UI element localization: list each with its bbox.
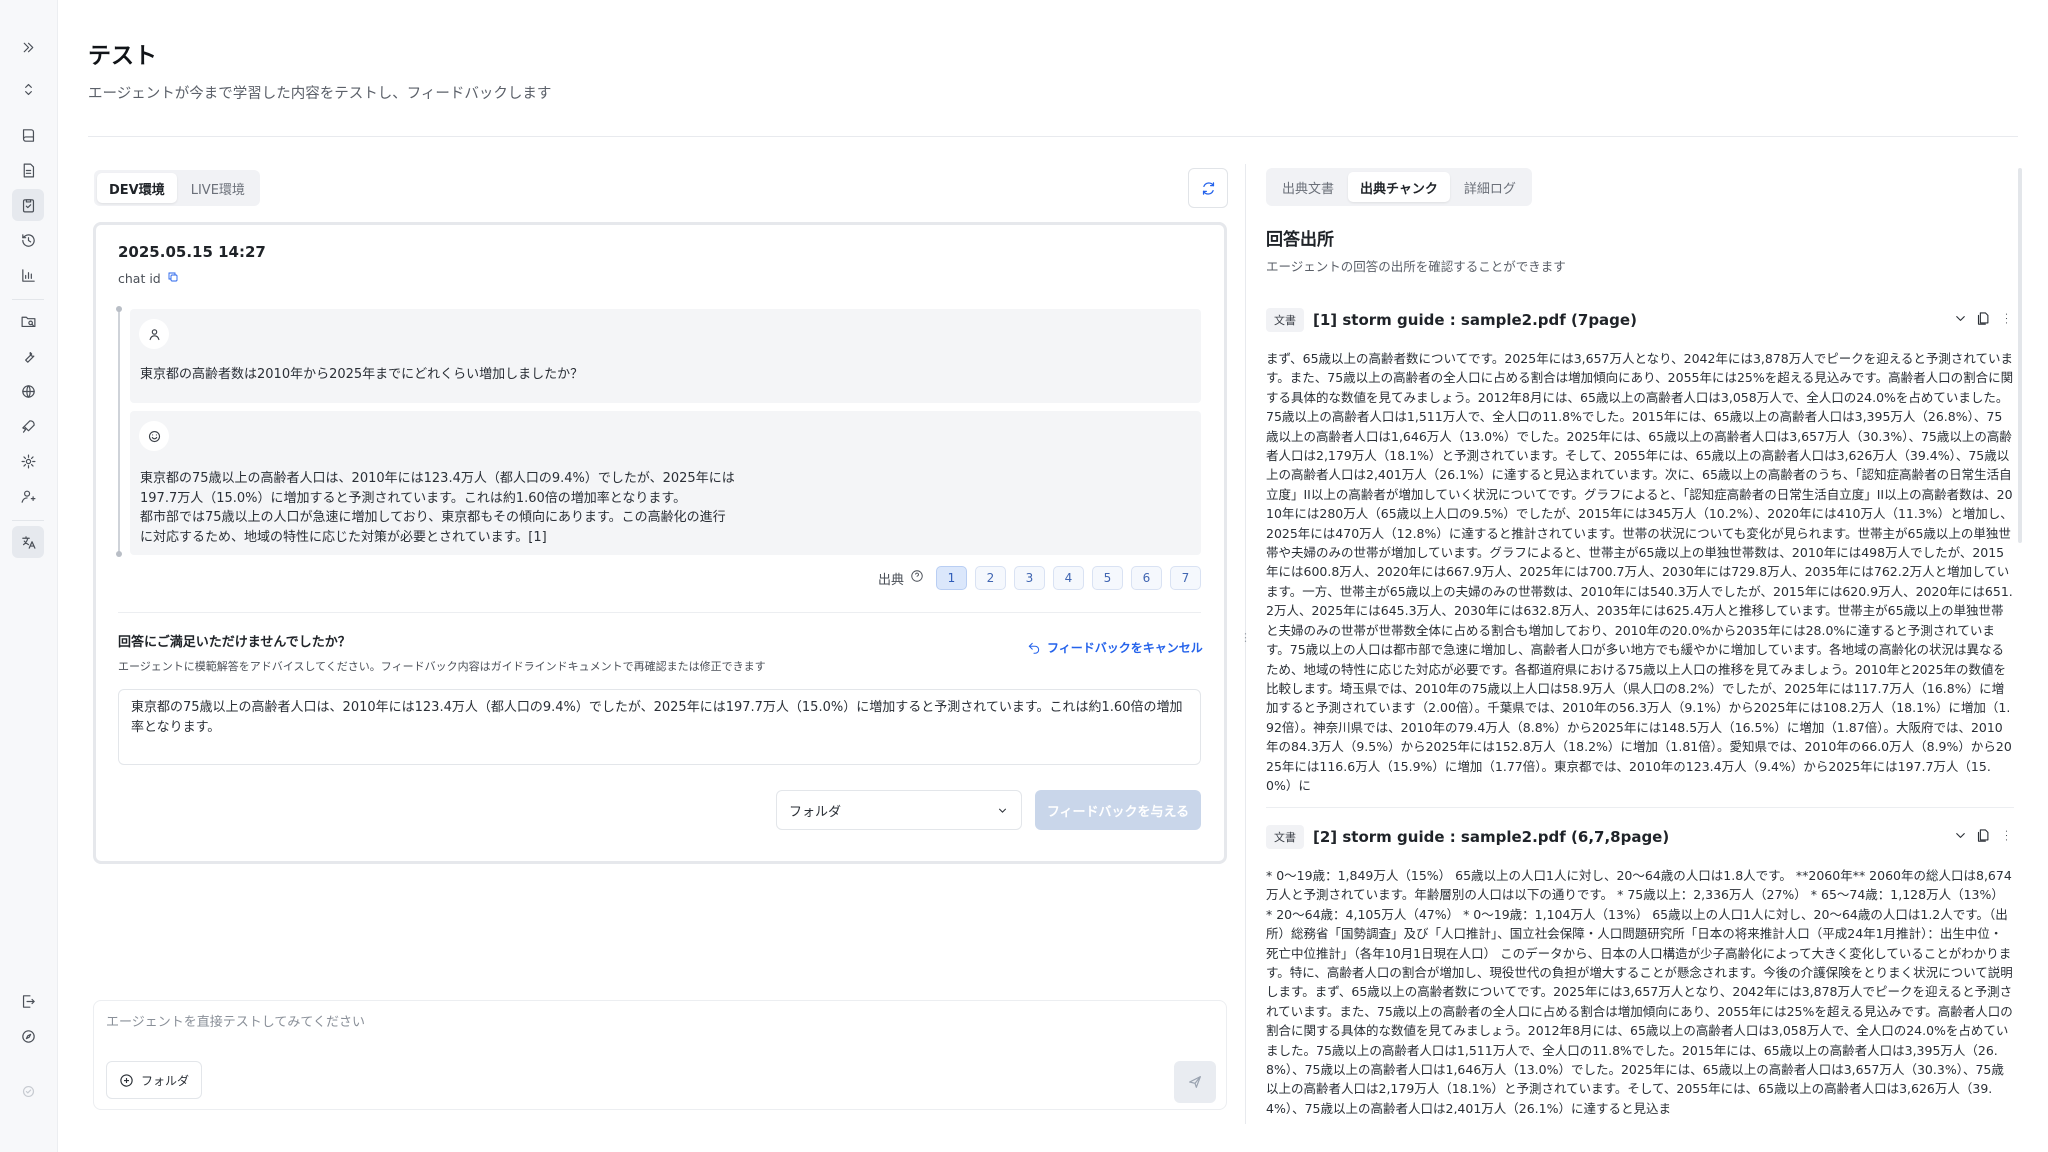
doc-header-2: 文書 [2] storm guide : sample2.pdf (6,7,8p… bbox=[1266, 822, 2014, 852]
send-icon bbox=[1189, 1076, 1201, 1088]
agent-message-line: に対応するため、地域の特性に応じた対策が必要とされています。[1] bbox=[140, 529, 547, 545]
answer-source-subtitle: エージェントの回答の出所を確認することができます bbox=[1266, 259, 1566, 274]
chat-id: chat id bbox=[118, 271, 179, 286]
rocket-icon[interactable] bbox=[12, 410, 44, 442]
source-tabs: 出典文書 出典チャンク 詳細ログ bbox=[1266, 168, 1532, 206]
tab-source-docs[interactable]: 出典文書 bbox=[1270, 172, 1346, 202]
folder-select-value: フォルダ bbox=[789, 804, 842, 820]
source-chip-4[interactable]: 4 bbox=[1053, 566, 1084, 590]
status-icon bbox=[12, 1075, 44, 1107]
tab-live[interactable]: LIVE環境 bbox=[179, 173, 257, 203]
answer-source-title: 回答出所 bbox=[1266, 230, 1334, 250]
user-message-text: 東京都の高齢者数は2010年から2025年までにどれくらい増加しましたか？ bbox=[140, 367, 584, 382]
feedback-title: 回答にご満足いただけませんでしたか？ bbox=[118, 635, 351, 650]
sources-row: 出典 1 2 3 4 5 6 7 bbox=[96, 565, 1201, 591]
doc-chunk-text: * 0～19歳：1,849万人（15%） 65歳以上の人口1人に対し、20～64… bbox=[1266, 868, 2013, 1114]
thread-dot bbox=[116, 306, 122, 312]
bar-chart-icon[interactable] bbox=[12, 259, 44, 291]
agent-message-text: 東京都の75歳以上の高齢者人口は、2010年には123.4万人（都人口の9.4%… bbox=[140, 469, 740, 547]
source-chip-6[interactable]: 6 bbox=[1131, 566, 1162, 590]
agent-avatar-icon bbox=[139, 421, 169, 451]
give-feedback-button[interactable]: フィードバックを与える bbox=[1035, 790, 1201, 830]
doc-badge: 文書 bbox=[1266, 308, 1304, 332]
more-vertical-icon[interactable] bbox=[1999, 311, 2014, 330]
refresh-button[interactable] bbox=[1188, 168, 1228, 208]
folder-search-icon[interactable] bbox=[12, 305, 44, 337]
refresh-icon bbox=[1202, 181, 1214, 195]
agent-message-line: 都市部では75歳以上の人口が急速に増加しており、東京都もその傾向にあります。この… bbox=[140, 510, 726, 525]
folder-select[interactable]: フォルダ bbox=[776, 790, 1022, 830]
thread-line bbox=[118, 308, 120, 553]
doc-header-1: 文書 [1] storm guide : sample2.pdf (7page) bbox=[1266, 305, 2014, 335]
switch-icon[interactable] bbox=[12, 73, 44, 105]
undo-icon bbox=[1028, 642, 1040, 654]
cancel-feedback-button[interactable]: フィードバックをキャンセル bbox=[1027, 639, 1203, 656]
clipboard-check-icon[interactable] bbox=[12, 189, 44, 221]
wrench-icon[interactable] bbox=[12, 340, 44, 372]
agent-message-line: 197.7万人（15.0%）に増加すると予測されています。これは約1.60倍の増… bbox=[140, 490, 687, 506]
document-icon[interactable] bbox=[12, 154, 44, 186]
scrollbar[interactable] bbox=[2018, 168, 2022, 543]
copy-icon[interactable] bbox=[167, 271, 179, 286]
expand-icon[interactable] bbox=[12, 31, 44, 63]
agent-message: 東京都の75歳以上の高齢者人口は、2010年には123.4万人（都人口の9.4%… bbox=[130, 411, 1201, 555]
logout-icon[interactable] bbox=[12, 985, 44, 1017]
chat-input-placeholder: エージェントを直接テストしてみてください bbox=[106, 1015, 365, 1030]
source-chip-7[interactable]: 7 bbox=[1170, 566, 1201, 590]
user-settings-icon[interactable] bbox=[12, 480, 44, 512]
source-chip-1[interactable]: 1 bbox=[936, 566, 967, 590]
environment-tabs: DEV環境 LIVE環境 bbox=[94, 170, 260, 206]
doc-title: [1] storm guide : sample2.pdf (7page) bbox=[1313, 311, 1637, 329]
chat-card: 2025.05.15 14:27 chat id 東京都の高齢者数は2010年か… bbox=[93, 222, 1227, 864]
user-message: 東京都の高齢者数は2010年から2025年までにどれくらい増加しましたか？ bbox=[130, 309, 1201, 403]
sources-label-text: 出典 bbox=[877, 572, 904, 588]
thread-dot bbox=[116, 551, 122, 557]
feedback-divider bbox=[118, 612, 1201, 613]
user-avatar-icon bbox=[139, 319, 169, 349]
resize-handle-icon[interactable]: ⋮ bbox=[1240, 630, 1251, 646]
chat-id-label: chat id bbox=[118, 271, 161, 286]
tab-source-chunks[interactable]: 出典チャンク bbox=[1348, 172, 1450, 202]
globe-icon[interactable] bbox=[12, 375, 44, 407]
compass-icon[interactable] bbox=[12, 1020, 44, 1052]
doc-actions bbox=[1953, 828, 2014, 847]
sources-label: 出典 bbox=[878, 569, 924, 588]
chevron-down-icon bbox=[998, 808, 1007, 813]
sidebar bbox=[0, 0, 58, 1152]
help-icon[interactable] bbox=[910, 569, 924, 587]
doc-divider bbox=[1266, 807, 2014, 808]
cancel-feedback-label: フィードバックをキャンセル bbox=[1047, 641, 1203, 655]
file-copy-icon[interactable] bbox=[1976, 311, 1991, 330]
gear-icon[interactable] bbox=[12, 445, 44, 477]
chevron-down-icon[interactable] bbox=[1953, 311, 1968, 330]
plus-circle-icon bbox=[120, 1073, 133, 1087]
more-vertical-icon[interactable] bbox=[1999, 828, 2014, 847]
page-title: テスト bbox=[88, 43, 157, 69]
source-chip-3[interactable]: 3 bbox=[1014, 566, 1045, 590]
history-icon[interactable] bbox=[12, 224, 44, 256]
doc-chunk-text: まず、65歳以上の高齢者数についてです。2025年には3,657万人となり、20… bbox=[1266, 351, 2014, 793]
doc-actions bbox=[1953, 311, 2014, 330]
feedback-textarea[interactable]: 東京都の75歳以上の高齢者人口は、2010年には123.4万人（都人口の9.4%… bbox=[118, 689, 1201, 765]
send-button[interactable] bbox=[1174, 1061, 1216, 1103]
page-subtitle: エージェントが今まで学習した内容をテストし、フィードバックします bbox=[88, 86, 552, 102]
book-icon[interactable] bbox=[12, 119, 44, 151]
chevron-down-icon[interactable] bbox=[1953, 828, 1968, 847]
doc-badge: 文書 bbox=[1266, 825, 1304, 849]
feedback-description: エージェントに模範解答をアドバイスしてください。フィードバック内容はガイドライン… bbox=[118, 660, 766, 673]
translate-icon[interactable] bbox=[12, 526, 44, 558]
file-copy-icon[interactable] bbox=[1976, 828, 1991, 847]
source-chip-5[interactable]: 5 bbox=[1092, 566, 1123, 590]
folder-button-label: フォルダ bbox=[141, 1073, 190, 1088]
chat-timestamp: 2025.05.15 14:27 bbox=[118, 243, 266, 261]
chat-input[interactable]: エージェントを直接テストしてみてください フォルダ bbox=[93, 1000, 1227, 1110]
tab-detail-log[interactable]: 詳細ログ bbox=[1452, 172, 1528, 202]
source-chip-2[interactable]: 2 bbox=[975, 566, 1006, 590]
folder-button[interactable]: フォルダ bbox=[106, 1061, 203, 1099]
header-divider bbox=[88, 136, 2018, 137]
doc-title: [2] storm guide : sample2.pdf (6,7,8page… bbox=[1313, 828, 1670, 846]
tab-dev[interactable]: DEV環境 bbox=[97, 173, 177, 203]
agent-message-line: 東京都の75歳以上の高齢者人口は、2010年には123.4万人（都人口の9.4%… bbox=[140, 471, 735, 486]
